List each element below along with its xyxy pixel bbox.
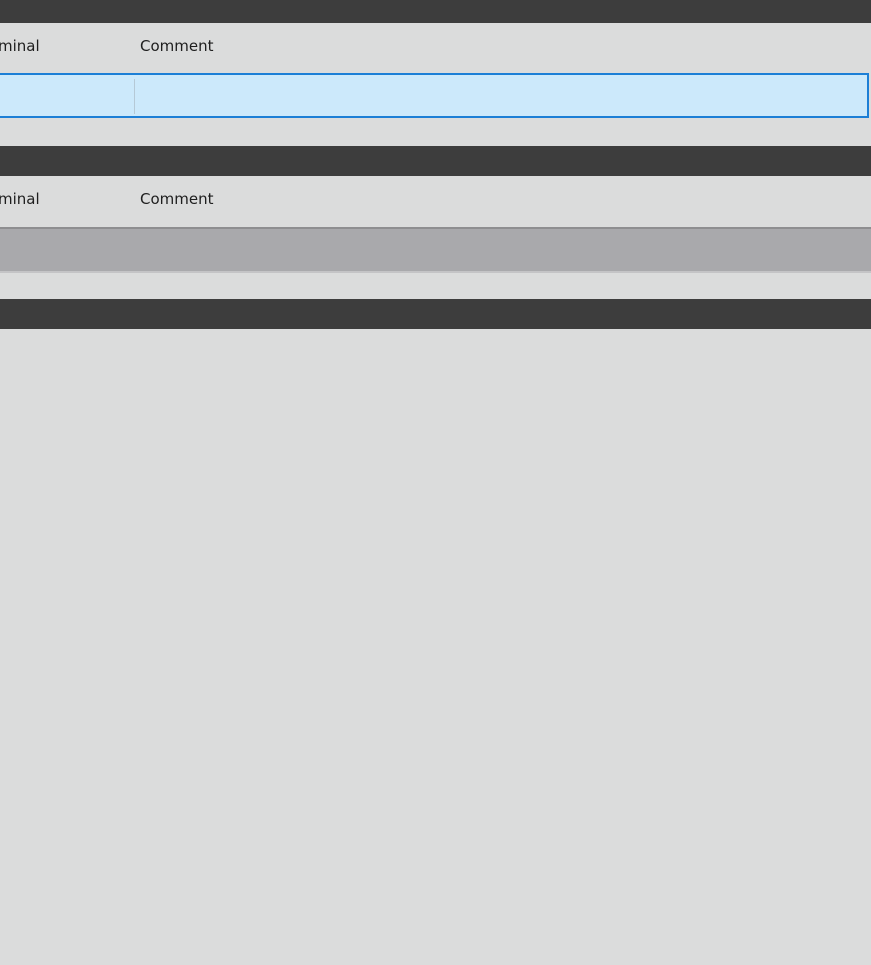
section-1-column-header: minal Comment [0, 23, 871, 69]
section-3-content-area [0, 329, 871, 965]
table-row-placeholder[interactable] [0, 227, 871, 271]
table-row-selected[interactable] [0, 73, 869, 118]
section-1-title-bar [0, 0, 871, 23]
section-3-title-bar [0, 299, 871, 329]
section-2-column-header: minal Comment [0, 176, 871, 222]
main-panel: minal Comment minal Comment [0, 0, 871, 965]
cell-comment[interactable] [135, 75, 867, 116]
column-header-terminal[interactable]: minal [0, 189, 40, 209]
column-header-comment[interactable]: Comment [140, 36, 214, 56]
section-2-title-bar [0, 146, 871, 176]
column-header-comment[interactable]: Comment [140, 189, 214, 209]
row-divider [0, 271, 871, 273]
cell-terminal[interactable] [0, 75, 134, 116]
column-header-terminal[interactable]: minal [0, 36, 40, 56]
